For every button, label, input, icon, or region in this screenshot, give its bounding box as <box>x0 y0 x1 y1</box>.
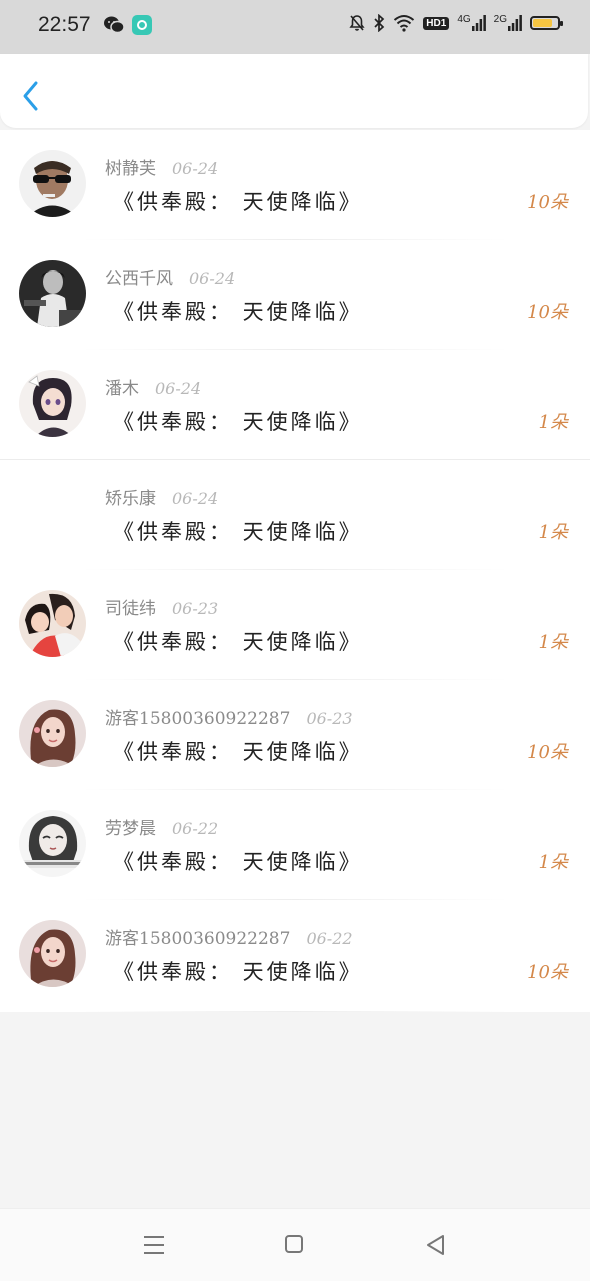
avatar <box>19 920 86 987</box>
bluetooth-icon <box>374 14 385 32</box>
gift-date: 06-22 <box>306 929 353 948</box>
gift-amount: 10朵 <box>527 742 568 763</box>
gift-amount: 10朵 <box>527 302 568 323</box>
gift-date: 06-23 <box>306 709 353 728</box>
gift-date: 06-24 <box>155 379 202 398</box>
list-item[interactable]: 矫乐康 06-24 《供奉殿： 天使降临》 1朵 <box>0 460 590 570</box>
work-title: 《供奉殿： 天使降临》 <box>113 410 363 434</box>
sender-name: 游客15800360922287 <box>105 709 291 729</box>
wechat-icon <box>104 16 125 34</box>
app-notification-icon <box>132 15 152 35</box>
list-item[interactable]: 公西千风 06-24 《供奉殿： 天使降临》 10朵 <box>0 240 590 350</box>
work-title: 《供奉殿： 天使降临》 <box>113 960 363 984</box>
list-item[interactable]: 游客15800360922287 06-22 《供奉殿： 天使降临》 10朵 <box>0 900 590 1012</box>
sender-name: 矫乐康 <box>105 489 156 509</box>
work-title: 《供奉殿： 天使降临》 <box>113 520 363 544</box>
avatar <box>19 150 86 217</box>
status-icons: HD1 4G 2G <box>349 14 563 32</box>
work-title: 《供奉殿： 天使降临》 <box>113 300 363 324</box>
sender-name: 树静芙 <box>105 159 156 179</box>
system-navigation-bar <box>0 1208 590 1281</box>
avatar <box>19 260 86 327</box>
battery-icon <box>530 16 563 30</box>
sender-line: 公西千风 06-24 <box>105 264 235 289</box>
network-4g-label: 4G <box>457 14 471 25</box>
gift-amount: 1朵 <box>538 522 568 543</box>
avatar <box>19 590 86 657</box>
gift-amount: 10朵 <box>527 192 568 213</box>
sender-line: 矫乐康 06-24 <box>105 484 218 509</box>
gift-date: 06-24 <box>172 489 219 508</box>
gift-date: 06-23 <box>172 599 219 618</box>
gift-date: 06-22 <box>172 819 219 838</box>
avatar <box>19 700 86 767</box>
gift-date: 06-24 <box>189 269 236 288</box>
wifi-icon <box>394 15 415 32</box>
gift-amount: 1朵 <box>538 852 568 873</box>
list-item[interactable]: 劳梦晨 06-22 《供奉殿： 天使降临》 1朵 <box>0 790 590 900</box>
gift-amount: 1朵 <box>538 412 568 433</box>
sender-line: 树静芙 06-24 <box>105 154 218 179</box>
status-time: 22:57 <box>38 13 91 36</box>
avatar <box>19 480 86 547</box>
sender-name: 劳梦晨 <box>105 819 156 839</box>
sender-name: 潘木 <box>105 379 139 399</box>
sender-line: 劳梦晨 06-22 <box>105 814 218 839</box>
gift-date: 06-24 <box>172 159 219 178</box>
sender-name: 公西千风 <box>105 269 173 289</box>
work-title: 《供奉殿： 天使降临》 <box>113 630 363 654</box>
list-item[interactable]: 司徒纬 06-23 《供奉殿： 天使降临》 1朵 <box>0 570 590 680</box>
sender-line: 游客15800360922287 06-22 <box>105 924 353 949</box>
signal-2g-icon: 2G <box>493 14 522 31</box>
sender-line: 司徒纬 06-23 <box>105 594 218 619</box>
work-title: 《供奉殿： 天使降临》 <box>113 190 363 214</box>
list-item[interactable]: 游客15800360922287 06-23 《供奉殿： 天使降临》 10朵 <box>0 680 590 790</box>
sender-line: 游客15800360922287 06-23 <box>105 704 353 729</box>
mute-bell-icon <box>349 15 365 31</box>
signal-4g-icon: 4G <box>457 14 486 31</box>
header-bar <box>0 54 588 128</box>
avatar <box>19 370 86 437</box>
work-title: 《供奉殿： 天使降临》 <box>113 740 363 764</box>
network-2g-label: 2G <box>493 14 507 25</box>
gift-amount: 1朵 <box>538 632 568 653</box>
hd-icon: HD1 <box>423 16 450 30</box>
home-square-icon[interactable] <box>285 1235 303 1253</box>
sender-line: 潘木 06-24 <box>105 374 201 399</box>
sender-name: 司徒纬 <box>105 599 156 619</box>
back-triangle-icon[interactable] <box>425 1234 445 1256</box>
gift-amount: 10朵 <box>527 962 568 983</box>
list-item[interactable]: 树静芙 06-24 《供奉殿： 天使降临》 10朵 <box>0 130 590 240</box>
work-title: 《供奉殿： 天使降临》 <box>113 850 363 874</box>
status-bar: 22:57 HD1 4G 2G <box>0 0 590 54</box>
sender-name: 游客15800360922287 <box>105 929 291 949</box>
menu-icon[interactable] <box>143 1235 165 1255</box>
gift-record-list: 树静芙 06-24 《供奉殿： 天使降临》 10朵 公西千风 06-24 《供奉殿：… <box>0 130 590 1012</box>
list-item[interactable]: 潘木 06-24 《供奉殿： 天使降临》 1朵 <box>0 350 590 460</box>
avatar <box>19 810 86 877</box>
chevron-left-icon[interactable] <box>20 80 42 112</box>
